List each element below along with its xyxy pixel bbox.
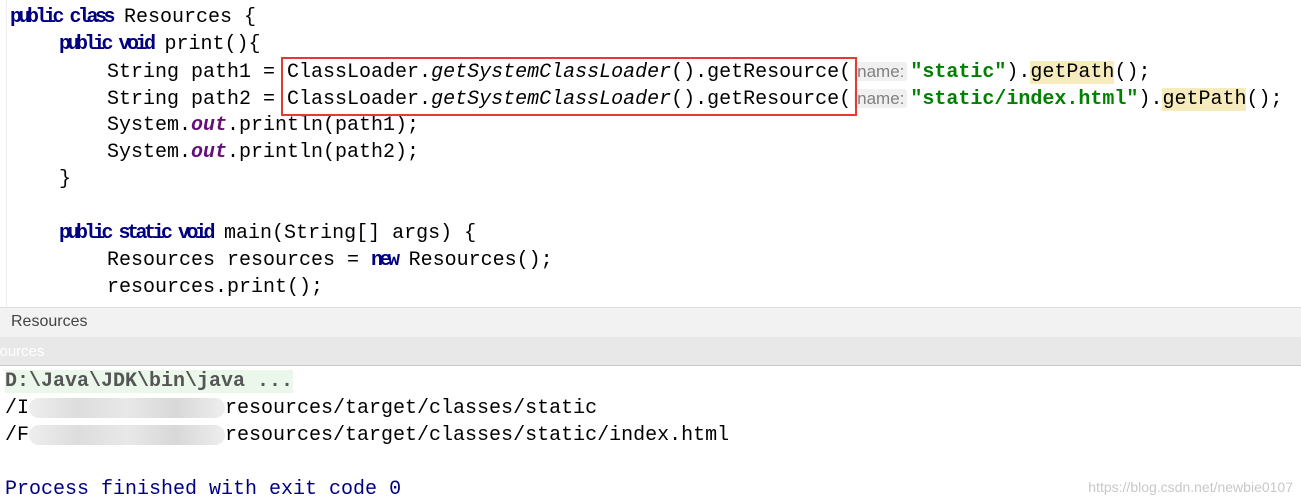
watermark: https://blog.csdn.net/newbie0107 <box>1088 479 1293 495</box>
console-exit-line: Process finished with exit code 0 <box>5 478 402 501</box>
parameter-hint: name: <box>854 62 908 81</box>
code-text: .println(path1); <box>227 114 420 137</box>
console-text: resources/target/classes/static <box>225 397 598 420</box>
highlight-box <box>281 57 857 116</box>
console-command[interactable]: D:\Java\JDK\bin\java ... <box>5 370 294 393</box>
keyword: public class <box>10 6 116 29</box>
code-text: Resources resources = <box>107 249 372 272</box>
code-text: String path1 = <box>107 61 288 84</box>
keyword: public static void <box>59 222 216 245</box>
code-text: Resources(); <box>396 249 553 272</box>
redacted-path <box>29 424 226 445</box>
run-tab[interactable]: Resources <box>11 313 87 331</box>
code-text: ). <box>1138 88 1163 111</box>
code-text: main(String[] args) { <box>212 222 477 245</box>
code-line: public void print(){ <box>59 31 261 58</box>
code-text: (); <box>1114 61 1151 84</box>
code-line: resources.print(); <box>107 276 324 299</box>
code-line: public static void main(String[] args) { <box>59 220 476 247</box>
highlighted-method: getPath <box>1162 88 1247 111</box>
string-literal: "static/index.html" <box>910 88 1139 111</box>
console-text: /I <box>5 397 30 420</box>
run-tab-bar: Resources <box>0 307 1301 338</box>
console-text: resources/target/classes/static/index.ht… <box>225 424 730 447</box>
code-text: ). <box>1006 61 1031 84</box>
code-text: print(){ <box>152 33 261 56</box>
editor-gutter <box>0 0 7 307</box>
console-text: /F <box>5 424 30 447</box>
code-text: System. <box>107 114 192 137</box>
code-line: System.out.println(path1); <box>107 112 419 139</box>
code-text: .println(path2); <box>227 141 420 164</box>
parameter-hint: name: <box>854 89 908 108</box>
keyword: public void <box>59 33 156 56</box>
redacted-path <box>29 397 226 418</box>
run-toolbar: sources <box>0 337 1301 366</box>
console-line: D:\Java\JDK\bin\java ... <box>5 368 294 395</box>
code-text: (); <box>1246 88 1283 111</box>
run-config-label: sources <box>0 343 45 360</box>
code-line: } <box>59 168 72 191</box>
code-editor[interactable]: public class Resources { public void pri… <box>0 0 1301 307</box>
highlighted-method: getPath <box>1030 61 1115 84</box>
string-literal: "static" <box>910 61 1007 84</box>
code-line: Resources resources = new Resources(); <box>107 247 553 274</box>
static-field: out <box>191 114 228 137</box>
code-text: Resources { <box>112 6 257 29</box>
console-line: /F resources/target/classes/static/index.… <box>5 422 729 449</box>
code-text: System. <box>107 141 192 164</box>
keyword: new <box>371 249 400 272</box>
code-text: String path2 = <box>107 88 288 111</box>
code-line: System.out.println(path2); <box>107 139 419 166</box>
console-line: /I resources/target/classes/static <box>5 395 597 422</box>
static-field: out <box>191 141 228 164</box>
code-line: public class Resources { <box>10 4 256 31</box>
